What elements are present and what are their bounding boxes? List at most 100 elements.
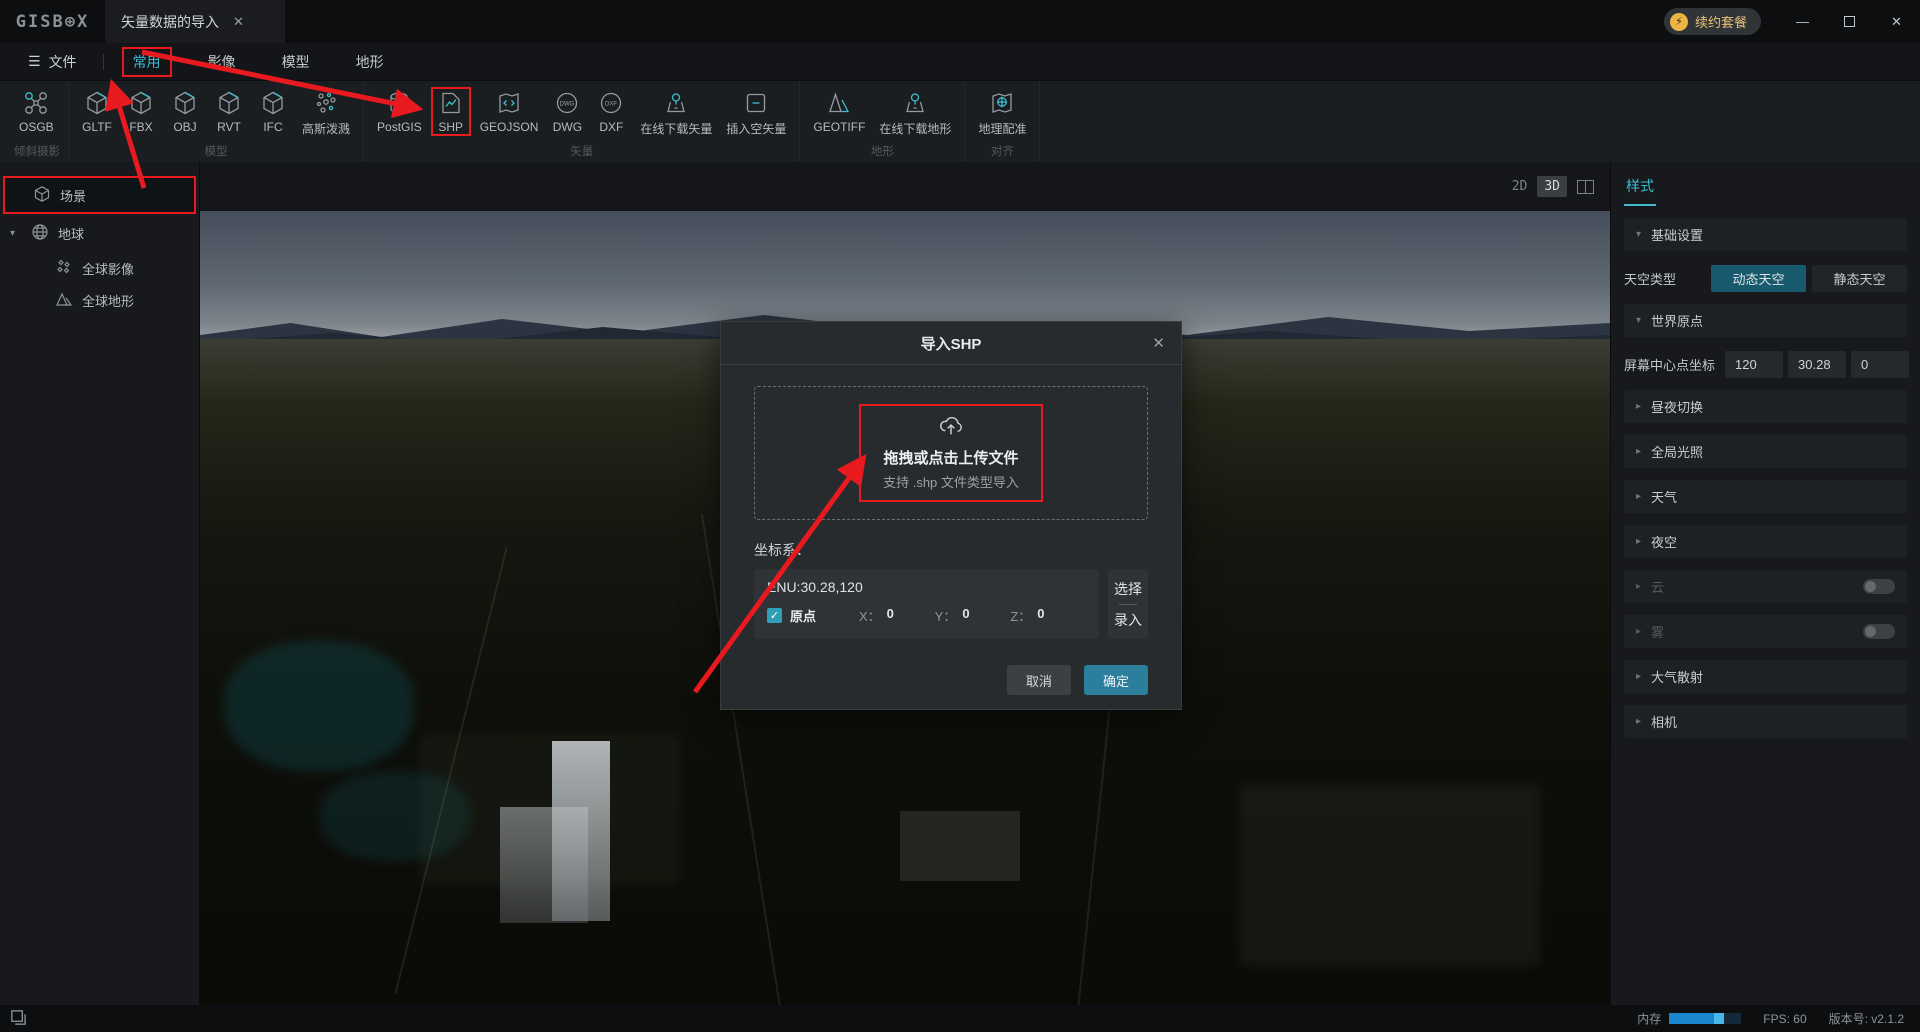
collapsible-section[interactable]: ▸ 大气散射: [1624, 660, 1907, 693]
renew-plan-button[interactable]: ⚡ 续约套餐: [1663, 8, 1761, 35]
axis-label: Z：: [1010, 609, 1032, 624]
toolbar-item[interactable]: DWG DWG: [547, 87, 587, 136]
dialog-close-icon[interactable]: ✕: [1152, 334, 1165, 352]
field-patch: [1240, 785, 1540, 965]
select-button[interactable]: 选择: [1114, 574, 1142, 604]
toolbar-item-label: OBJ: [173, 120, 197, 134]
tab-style[interactable]: 样式: [1624, 176, 1656, 206]
menu-item-label: 地形: [355, 53, 384, 70]
origin-option: ✓ 原点: [767, 606, 859, 625]
sky-type-button[interactable]: 动态天空: [1711, 265, 1806, 292]
maximize-icon: [1844, 16, 1855, 27]
collapsible-section[interactable]: ▸ 天气: [1624, 480, 1907, 513]
toolbar-group-label: 模型: [204, 146, 228, 158]
section-base-settings[interactable]: ▾ 基础设置: [1624, 218, 1907, 251]
scene-tree-item[interactable]: 全球影像: [0, 252, 199, 284]
scene-tree-item-label: 场景: [60, 188, 87, 204]
map-code-icon: [496, 89, 522, 117]
menu-file[interactable]: ☰ 文件: [20, 52, 85, 72]
tab-close-icon[interactable]: ✕: [233, 14, 244, 30]
toolbar-item-label: DXF: [599, 120, 624, 134]
toggle-switch[interactable]: [1863, 624, 1895, 639]
mode-2d-button[interactable]: 2D: [1512, 179, 1528, 194]
toolbar-item[interactable]: 在线下载矢量: [635, 87, 717, 139]
console-icon[interactable]: [10, 1009, 27, 1029]
menu-item[interactable]: 影像: [198, 48, 246, 76]
menu-item[interactable]: 常用: [121, 46, 172, 77]
menu-item[interactable]: 地形: [346, 48, 394, 76]
section-label: 雾: [1651, 625, 1665, 640]
upload-dropzone[interactable]: 拖拽或点击上传文件 支持 .shp 文件类型导入: [754, 386, 1148, 520]
toolbar-item[interactable]: DXF DXF: [591, 87, 631, 136]
center-coordinate-input[interactable]: 120: [1725, 351, 1784, 378]
collapsible-section[interactable]: ▸ 相机: [1624, 705, 1907, 738]
toolbar-item-label: IFC: [263, 120, 283, 134]
scene-tree-item[interactable]: 全球地形: [0, 284, 199, 316]
toolbar-item-label: RVT: [217, 120, 241, 134]
confirm-button[interactable]: 确定: [1084, 665, 1148, 695]
split-view-icon[interactable]: [1577, 179, 1594, 194]
collapsible-section[interactable]: ▸ 昼夜切换: [1624, 390, 1907, 423]
collapsible-section[interactable]: ▸ 夜空: [1624, 525, 1907, 558]
toolbar-item[interactable]: OSGB: [14, 87, 59, 136]
scene-tree-item-label: 全球影像: [82, 261, 135, 277]
section-world-origin[interactable]: ▾ 世界原点: [1624, 304, 1907, 337]
toolbar-item[interactable]: RVT: [209, 87, 249, 136]
collapsible-section[interactable]: ▸ 雾: [1624, 615, 1907, 648]
globe-icon: [31, 223, 49, 244]
tab-vector-import[interactable]: 矢量数据的导入 ✕: [105, 0, 285, 43]
toolbar-item[interactable]: PostGIS: [372, 87, 427, 136]
toolbar-item-label: 高斯泼溅: [302, 122, 351, 136]
menu-item[interactable]: 模型: [272, 48, 320, 76]
scene-tree-item[interactable]: 场景: [3, 176, 196, 214]
toolbar-group: PostGIS SHP GEOJSON DWG DWG DXF DXF 在线下载…: [364, 81, 801, 162]
manual-input-button[interactable]: 录入: [1114, 605, 1142, 635]
section-label: 昼夜切换: [1651, 400, 1704, 415]
coordinate-panel: ENU:30.28,120 ✓ 原点 X： 0 Y： 0 Z： 0: [754, 569, 1099, 639]
toolbar-item[interactable]: 地理配准: [973, 87, 1031, 139]
center-coordinate-input[interactable]: 0: [1851, 351, 1910, 378]
sky-type-button-label: 静态天空: [1833, 272, 1886, 287]
toggle-switch[interactable]: [1863, 579, 1895, 594]
maximize-button[interactable]: [1826, 0, 1873, 43]
viewport-topbar: 2D 3D: [200, 162, 1610, 211]
memory-bar: [1669, 1013, 1742, 1024]
toolbar-item-label: 地理配准: [978, 122, 1027, 136]
minimize-button[interactable]: —: [1779, 0, 1826, 43]
menu-items: 常用 影像 模型 地形: [121, 46, 394, 77]
titlebar-spacer: [285, 0, 1664, 43]
expander-arrow-icon[interactable]: ▾: [10, 228, 22, 239]
origin-checkbox[interactable]: ✓: [767, 608, 782, 623]
toolbar-item[interactable]: OBJ: [165, 87, 205, 136]
georeference-icon: [989, 89, 1015, 117]
menu-item-label: 模型: [281, 53, 310, 70]
svg-text:DWG: DWG: [560, 102, 575, 108]
toolbar-item[interactable]: GEOTIFF: [808, 87, 870, 136]
coordinate-row: ENU:30.28,120 ✓ 原点 X： 0 Y： 0 Z： 0 选择 录入: [754, 569, 1148, 639]
collapsible-section[interactable]: ▸ 云: [1624, 570, 1907, 603]
toolbar-item[interactable]: GLTF: [77, 87, 117, 136]
dialog-footer: 取消 确定: [754, 665, 1148, 695]
toolbar-item[interactable]: IFC: [253, 87, 293, 136]
toolbar-item[interactable]: GEOJSON: [475, 87, 544, 136]
axis-label: X：: [859, 609, 881, 624]
mode-3d-button[interactable]: 3D: [1537, 176, 1567, 197]
cancel-button[interactable]: 取消: [1007, 665, 1071, 695]
statusbar: 内存 FPS: 60 版本号: v2.1.2: [0, 1005, 1920, 1032]
sky-type-button[interactable]: 静态天空: [1812, 265, 1907, 292]
close-button[interactable]: ✕: [1873, 0, 1920, 43]
screen-center-label: 屏幕中心点坐标: [1624, 358, 1716, 373]
toolbar-item[interactable]: SHP: [430, 87, 471, 136]
collapsible-section[interactable]: ▸ 全局光照: [1624, 435, 1907, 468]
scene-cube-icon: [33, 185, 51, 206]
scene-tree-item-label: 地球: [58, 226, 85, 242]
toolbar-item[interactable]: 插入空矢量: [721, 87, 791, 139]
toolbar-item[interactable]: 高斯泼溅: [297, 87, 355, 139]
axis-value: X： 0: [859, 606, 935, 625]
window-controls: — ✕: [1779, 0, 1920, 43]
toolbar-item[interactable]: 在线下载地形: [874, 87, 956, 139]
center-coordinate-input[interactable]: 30.28: [1788, 351, 1847, 378]
scene-tree-item[interactable]: ▾ 地球: [0, 214, 199, 252]
axis-label: Y：: [934, 609, 957, 624]
toolbar-item[interactable]: FBX: [121, 87, 161, 136]
